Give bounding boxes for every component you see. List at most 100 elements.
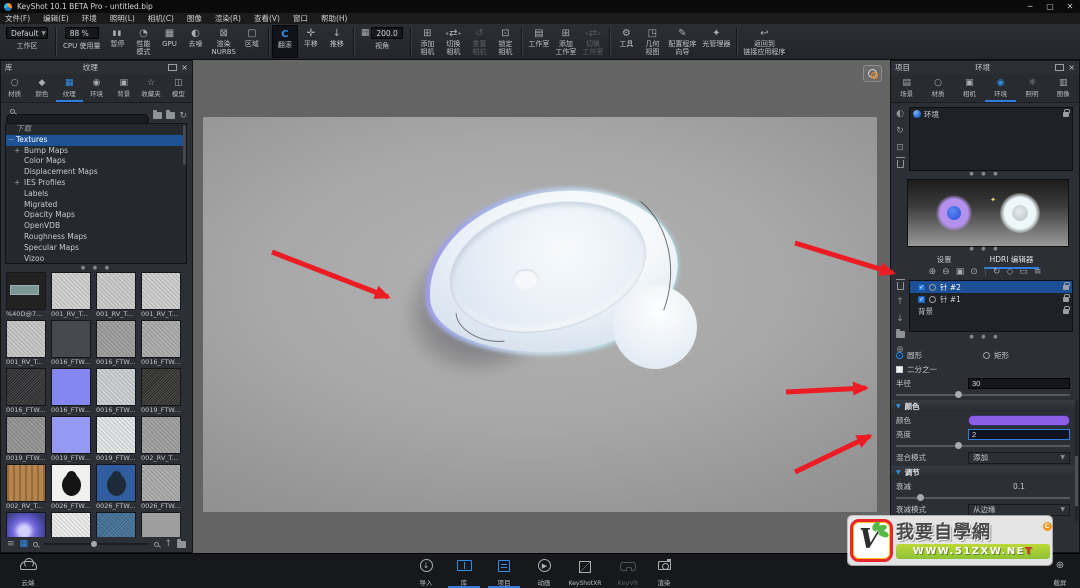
tree-item-ies-profiles[interactable]: +IES Profiles [6,178,186,189]
menu-render[interactable]: 渲染(R) [215,13,241,24]
dock-library[interactable]: 库 [444,556,484,587]
open-folder-icon[interactable] [166,112,175,119]
close-icon[interactable]: × [1068,63,1075,72]
tab-backplates[interactable]: ▣ 背景 [110,74,137,102]
render-nurbs-button[interactable]: ⊠ 渲染 NURBS [208,25,238,58]
texture-thumbnail[interactable]: 0019_FTW... [141,368,183,416]
tab-environment[interactable]: ◉ 环境 [985,74,1016,102]
texture-thumbnail[interactable]: 0026_FTW... [141,464,183,512]
tree-item-downloads[interactable]: 下载 [6,124,186,135]
sphere-icon[interactable]: ◐ [896,109,904,119]
checkbox-checked-icon[interactable]: ✓ [918,284,925,291]
texture-thumbnail[interactable]: 001_RV_T... [141,272,183,320]
tab-favorites[interactable]: ☆ 收藏夹 [137,74,164,102]
render-image[interactable] [203,117,877,512]
texture-thumbnail[interactable]: 0016_FTW... [6,368,48,416]
tab-colors[interactable]: ◆ 颜色 [28,74,55,102]
duplicate-icon[interactable]: ⊡ [896,143,904,153]
texture-thumbnail[interactable] [96,512,138,538]
tree-item-textures[interactable]: −Textures [6,135,186,146]
denoise-button[interactable]: ◐ 去噪 [182,25,208,58]
minimize-button[interactable]: ─ [1020,2,1040,11]
texture-thumbnail[interactable]: 001_RV_T... [96,272,138,320]
close-icon[interactable]: × [181,63,188,72]
move-down-icon[interactable]: ↓ [896,314,904,324]
save-icon[interactable]: ▭ [1019,267,1028,277]
pin-1-white-light[interactable] [1000,193,1040,233]
undock-icon[interactable] [1055,64,1064,71]
pan-button[interactable]: ✛ 平移 [298,25,324,58]
trash-icon[interactable] [897,282,904,290]
tree-item-opacity-maps[interactable]: Opacity Maps [6,210,186,221]
send-back-to-app-button[interactable]: ↩ 返回到 链接应用程序 [740,25,788,58]
lock-icon[interactable] [1063,112,1069,117]
color-section-header[interactable]: ▼ 颜色 [891,400,1075,412]
dock-animation[interactable]: ▶ 动画 [524,556,564,587]
tab-image[interactable]: ▥ 图像 [1048,74,1079,102]
checkbox-checked-icon[interactable]: ✓ [918,296,925,303]
refresh-icon[interactable]: ↻ [179,111,187,121]
menu-window[interactable]: 窗口 [293,13,308,24]
workspace-selector[interactable]: Default ▼ 工作区 [2,25,52,58]
thumbnail-size-slider[interactable] [43,543,149,545]
menu-help[interactable]: 帮助(H) [321,13,348,24]
adjust-section-header[interactable]: ▼ 调节 [891,466,1075,478]
splitter-handle[interactable]: ● ● ● [891,335,1079,341]
half-checkbox-row[interactable]: 二分之一 [896,363,1070,376]
shape-circle-radio[interactable]: 圆形 [896,350,983,361]
panel-scrollbar[interactable] [1075,401,1078,521]
texture-thumbnail[interactable]: 002_RV_T... [141,416,183,464]
cpu-usage-widget[interactable]: 88 % CPU 使用量 [59,25,104,58]
dock-cloud[interactable]: 云端 [8,556,48,587]
tab-material[interactable]: ○ 材质 [922,74,953,102]
texture-thumbnail[interactable]: 0016_FTW... [51,320,93,368]
maximize-button[interactable]: ▢ [1040,2,1060,11]
light-manager-button[interactable]: ✦ 光管理器 [699,25,733,58]
lock-icon[interactable] [1063,285,1069,290]
rotate-icon[interactable]: ↻ [896,126,904,136]
tree-item-migrated[interactable]: Migrated [6,200,186,211]
texture-thumbnail[interactable] [51,512,93,538]
texture-thumbnail[interactable] [141,512,183,538]
tree-item-bump-maps[interactable]: +Bump Maps [6,146,186,157]
dock-keyshotxr[interactable]: KeyShotXR [562,556,608,587]
tree-item-color-maps[interactable]: Color Maps [6,156,186,167]
texture-thumbnail[interactable]: 0016_FTW... [96,368,138,416]
environment-quick-button[interactable] [863,65,882,82]
tab-materials[interactable]: ○ 材质 [1,74,28,102]
tree-item-openvdb[interactable]: OpenVDB [6,221,186,232]
menu-camera[interactable]: 相机(C) [148,13,174,24]
folder-icon[interactable] [177,541,186,548]
pause-button[interactable]: ▮▮ 暂停 [104,25,130,58]
radius-slider[interactable] [896,391,1070,398]
tumble-button[interactable]: C 翻滚 [272,25,298,58]
background-item[interactable]: 背景 [910,305,1072,317]
dolly-button[interactable]: ↓ 推移 [324,25,350,58]
studio-button[interactable]: ▤ 工作室 [525,25,552,58]
radio-icon[interactable] [929,284,936,291]
mouse-3d-model[interactable] [363,177,723,407]
add-studio-button[interactable]: ⊞ 添加 工作室 [552,25,579,58]
tree-item-displacement-maps[interactable]: Displacement Maps [6,167,186,178]
half-pin-icon[interactable]: ⊙ [970,267,978,277]
texture-thumbnail[interactable]: 0026_FTW... [51,464,93,512]
texture-thumbnail[interactable]: 0016_FTW... [96,320,138,368]
blend-mode-select[interactable]: 添加 ▼ [968,452,1070,464]
tab-scene[interactable]: ▤ 场景 [891,74,922,102]
texture-thumbnail[interactable]: 001_RV_T... [6,320,48,368]
trash-icon[interactable] [897,160,904,168]
close-button[interactable]: ✕ [1060,2,1080,11]
menu-edit[interactable]: 编辑(E) [43,13,69,24]
tab-lighting[interactable]: ☼ 照明 [1016,74,1047,102]
brightness-slider[interactable] [896,442,1070,449]
list-view-icon[interactable]: ≡ [7,539,15,549]
fov-widget[interactable]: ▦ 200.0 视角 [357,25,408,58]
tab-environments[interactable]: ◉ 环境 [83,74,110,102]
library-icon[interactable]: ≡ [1034,267,1042,277]
performance-mode-button[interactable]: ◔ 性能 模式 [130,25,156,58]
shape-rect-radio[interactable]: 矩形 [983,350,1070,361]
texture-thumbnail[interactable]: 0019_FTW... [51,416,93,464]
realtime-viewport[interactable] [193,60,890,553]
configurator-wizard-button[interactable]: ✎ 配置程序 向导 [665,25,699,58]
lock-icon[interactable] [1063,309,1069,314]
